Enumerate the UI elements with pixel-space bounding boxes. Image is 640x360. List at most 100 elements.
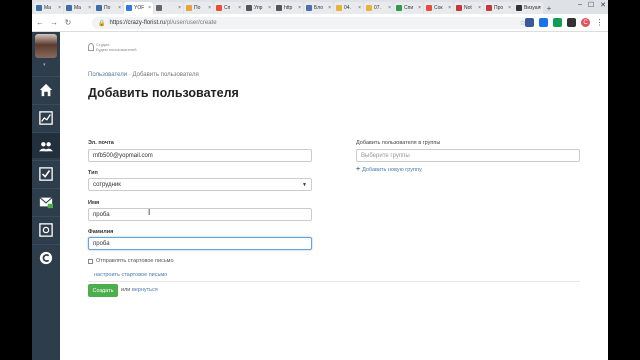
browser-tab[interactable]: Визуал × (514, 2, 543, 14)
maximize-icon[interactable]: ☐ (588, 1, 594, 9)
safe-icon[interactable] (32, 216, 60, 242)
tab-close-icon[interactable]: × (538, 5, 541, 11)
checkbox-icon[interactable] (32, 160, 60, 186)
tab-close-icon[interactable]: × (298, 5, 301, 11)
avatar-menu-caret-icon[interactable]: ▾ (43, 62, 46, 68)
plus-icon: + (356, 166, 361, 173)
create-button[interactable]: Создать (88, 284, 118, 297)
tab-favicon-icon (306, 5, 312, 11)
firstname-label: Имя (88, 200, 100, 206)
user-avatar[interactable] (35, 34, 57, 58)
site-logo[interactable]: Студия Будем пользователей (88, 42, 136, 52)
email-value: mfb500@yopmail.com (93, 152, 153, 159)
extension-icon[interactable] (567, 18, 576, 27)
main-content: Студия Будем пользователей Пользователи … (88, 32, 608, 360)
browser-tab[interactable]: 07. × (364, 2, 393, 14)
tab-label: Про (494, 5, 504, 11)
tab-close-icon[interactable]: × (58, 5, 61, 11)
tab-label: 04. (344, 5, 351, 11)
home-icon[interactable] (32, 76, 60, 102)
minimize-icon[interactable]: – (578, 1, 582, 9)
tab-favicon-icon (486, 5, 492, 11)
form-divider (88, 281, 580, 282)
tab-close-icon[interactable]: × (268, 5, 271, 11)
chart-icon[interactable] (32, 104, 60, 130)
breadcrumb-users-link[interactable]: Пользователи (88, 72, 127, 78)
tab-close-icon[interactable]: × (418, 5, 421, 11)
tab-close-icon[interactable]: × (478, 5, 481, 11)
extension-icon[interactable] (553, 18, 562, 27)
lock-icon: 🔒 (98, 20, 106, 27)
firstname-value: проба (93, 211, 110, 218)
back-icon[interactable]: ← (34, 17, 46, 29)
tab-close-icon[interactable]: × (508, 5, 511, 11)
type-select[interactable]: сотрудник ▼ (88, 178, 312, 191)
chat-icon[interactable] (32, 244, 60, 270)
browser-tab[interactable]: YOF × (124, 2, 153, 14)
add-group-link[interactable]: + Добавить новую группу (356, 166, 422, 173)
close-window-icon[interactable]: ✕ (600, 1, 606, 9)
new-tab-icon[interactable]: + (544, 2, 554, 14)
browser-tab[interactable]: Ma × (34, 2, 63, 14)
url-host: https://crazy-florist.ru (109, 20, 166, 26)
browser-menu-icon[interactable]: ⋮ (595, 18, 604, 27)
send-letter-row[interactable]: Отправлять стартовое письмо (88, 258, 174, 264)
breadcrumb: Пользователи · Добавить пользователя (88, 72, 199, 78)
tab-close-icon[interactable]: × (208, 5, 211, 11)
address-bar[interactable]: 🔒 https://crazy-florist.ru /pl/user/user… (92, 17, 532, 29)
tab-label: Not (464, 5, 472, 11)
browser-tab[interactable]: По × (94, 2, 123, 14)
reload-icon[interactable]: ↻ (62, 17, 74, 29)
tab-close-icon[interactable]: × (358, 5, 361, 11)
profile-avatar-icon[interactable]: С (581, 18, 590, 27)
extension-icon[interactable] (525, 18, 534, 27)
lastname-field[interactable]: проба (88, 237, 312, 250)
tab-close-icon[interactable]: × (238, 5, 241, 11)
email-field[interactable]: mfb500@yopmail.com (88, 149, 312, 162)
send-letter-label: Отправлять стартовое письмо (96, 258, 174, 264)
tab-label: Ma (74, 5, 81, 11)
browser-tab[interactable]: Сп × (214, 2, 243, 14)
tab-label: Ma (44, 5, 51, 11)
browser-window: Ma × Ma × По × YOF × × По × Сп × Упр × http × Бло × 04. × 07.… (32, 0, 608, 360)
browser-tab[interactable]: Ma × (64, 2, 93, 14)
tab-label: Бло (314, 5, 323, 11)
groups-select[interactable]: Выберите группы (356, 149, 580, 162)
browser-tab[interactable]: 04. × (334, 2, 363, 14)
tab-close-icon[interactable]: × (448, 5, 451, 11)
users-icon[interactable] (32, 132, 60, 158)
tab-favicon-icon (276, 5, 282, 11)
mail-icon[interactable] (32, 188, 60, 214)
send-letter-checkbox[interactable] (88, 258, 93, 264)
browser-tab[interactable]: Сок × (424, 2, 453, 14)
groups-label: Добавить пользователя в группы (356, 140, 441, 146)
tab-close-icon[interactable]: × (118, 5, 121, 11)
tab-close-icon[interactable]: × (148, 5, 151, 11)
browser-tab[interactable]: Спи × (394, 2, 423, 14)
extension-icon[interactable] (539, 18, 548, 27)
tab-favicon-icon (456, 5, 462, 11)
browser-tab[interactable]: Упр × (244, 2, 273, 14)
firstname-field[interactable]: проба (88, 208, 312, 221)
setup-letter-link[interactable]: настроить стартовое письмо (94, 272, 167, 278)
tab-strip: Ma × Ma × По × YOF × × По × Сп × Упр × http × Бло × 04. × 07.… (32, 0, 608, 14)
tab-close-icon[interactable]: × (388, 5, 391, 11)
tab-label: Сок (434, 5, 443, 11)
browser-tab[interactable]: Про × (484, 2, 513, 14)
tab-close-icon[interactable]: × (88, 5, 91, 11)
tab-close-icon[interactable]: × (178, 5, 181, 11)
tab-label: Сп (224, 5, 231, 11)
browser-tab[interactable]: Бло × (304, 2, 333, 14)
forward-icon[interactable]: → (48, 17, 60, 29)
back-link[interactable]: вернуться (132, 287, 158, 293)
tab-label: http (284, 5, 293, 11)
browser-tab[interactable]: Not × (454, 2, 483, 14)
lastname-label: Фамилия (88, 229, 114, 235)
tab-close-icon[interactable]: × (328, 5, 331, 11)
tab-favicon-icon (156, 5, 162, 11)
browser-tab[interactable]: http × (274, 2, 303, 14)
browser-tab[interactable]: × (154, 2, 183, 14)
add-group-label: Добавить новую группу (362, 166, 422, 173)
tab-favicon-icon (516, 5, 522, 11)
browser-tab[interactable]: По × (184, 2, 213, 14)
